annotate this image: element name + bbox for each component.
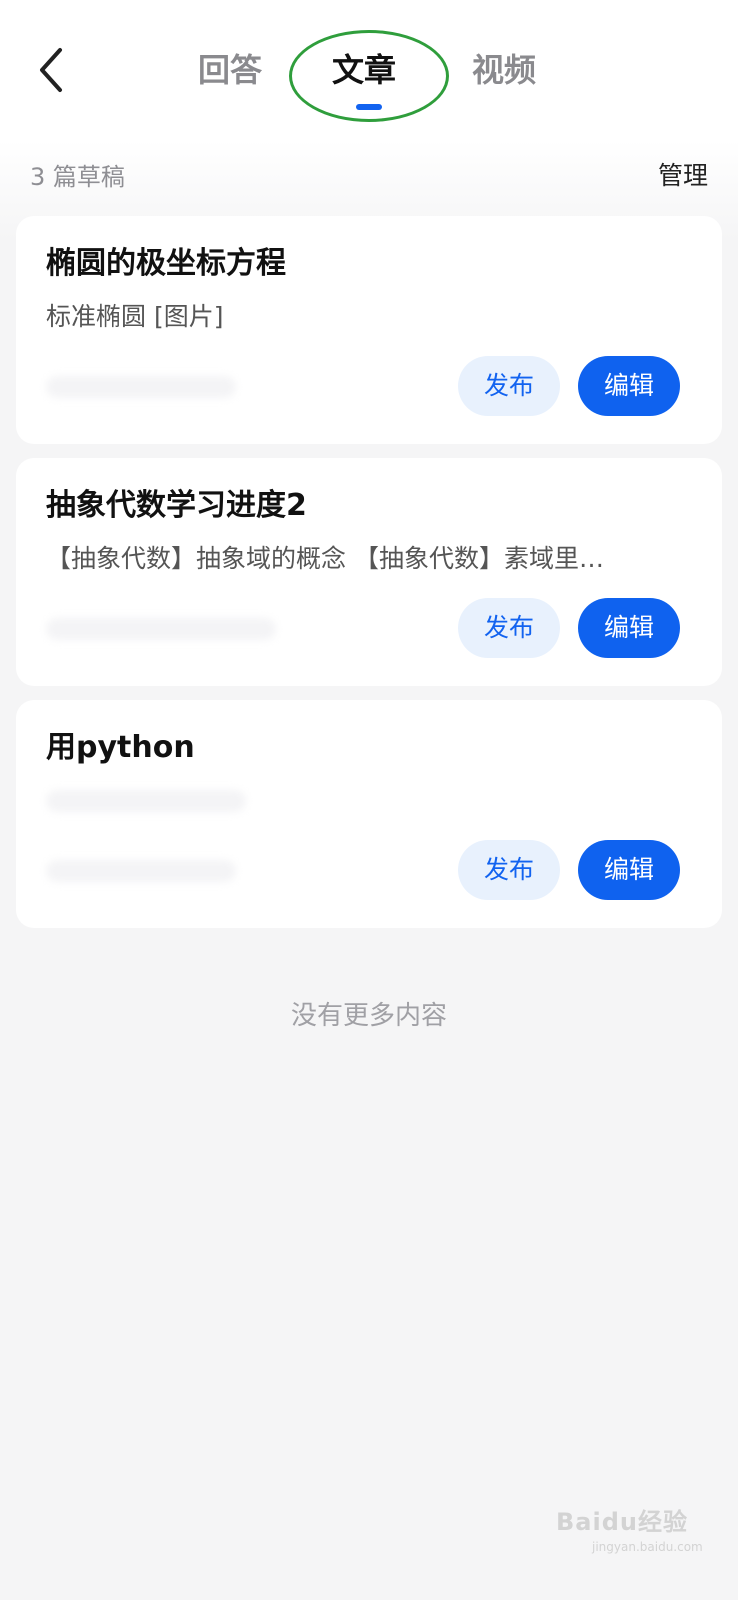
watermark-logo: Baidu经验 <box>556 1508 688 1536</box>
edit-button[interactable]: 编辑 <box>578 356 680 416</box>
blurred-meta <box>46 618 276 640</box>
top-bar: 回答 文章 视频 <box>0 0 738 140</box>
blurred-summary <box>46 790 246 812</box>
publish-button[interactable]: 发布 <box>458 840 560 900</box>
drafts-page: 回答 文章 视频 3 篇草稿 管理 椭圆的极坐标方程 标准椭圆 [图片] 发布 … <box>0 0 738 1600</box>
draft-title: 椭圆的极坐标方程 <box>46 246 286 281</box>
edit-button[interactable]: 编辑 <box>578 598 680 658</box>
draft-count: 3 篇草稿 <box>30 163 125 191</box>
chevron-left-icon <box>40 48 62 92</box>
manage-button[interactable]: 管理 <box>658 158 708 194</box>
tab-answers[interactable]: 回答 <box>198 48 262 92</box>
draft-card[interactable]: 椭圆的极坐标方程 标准椭圆 [图片] 发布 编辑 <box>16 216 722 444</box>
draft-summary: 【抽象代数】抽象域的概念 【抽象代数】素域里… <box>46 544 604 573</box>
no-more-content: 没有更多内容 <box>290 1001 447 1031</box>
publish-button[interactable]: 发布 <box>458 598 560 658</box>
active-tab-indicator <box>356 104 382 110</box>
draft-card[interactable]: 用python 发布 编辑 <box>16 700 722 928</box>
draft-card[interactable]: 抽象代数学习进度2 【抽象代数】抽象域的概念 【抽象代数】素域里… 发布 编辑 <box>16 458 722 686</box>
watermark-url: jingyan.baidu.com <box>592 1540 703 1554</box>
blurred-meta <box>46 376 236 398</box>
publish-button[interactable]: 发布 <box>458 356 560 416</box>
back-button[interactable] <box>30 44 78 96</box>
tab-videos[interactable]: 视频 <box>472 48 536 92</box>
draft-title: 抽象代数学习进度2 <box>46 488 307 523</box>
draft-summary: 标准椭圆 [图片] <box>46 302 224 331</box>
draft-title: 用python <box>46 730 195 765</box>
edit-button[interactable]: 编辑 <box>578 840 680 900</box>
blurred-meta <box>46 860 236 882</box>
tab-articles[interactable]: 文章 <box>332 48 396 92</box>
